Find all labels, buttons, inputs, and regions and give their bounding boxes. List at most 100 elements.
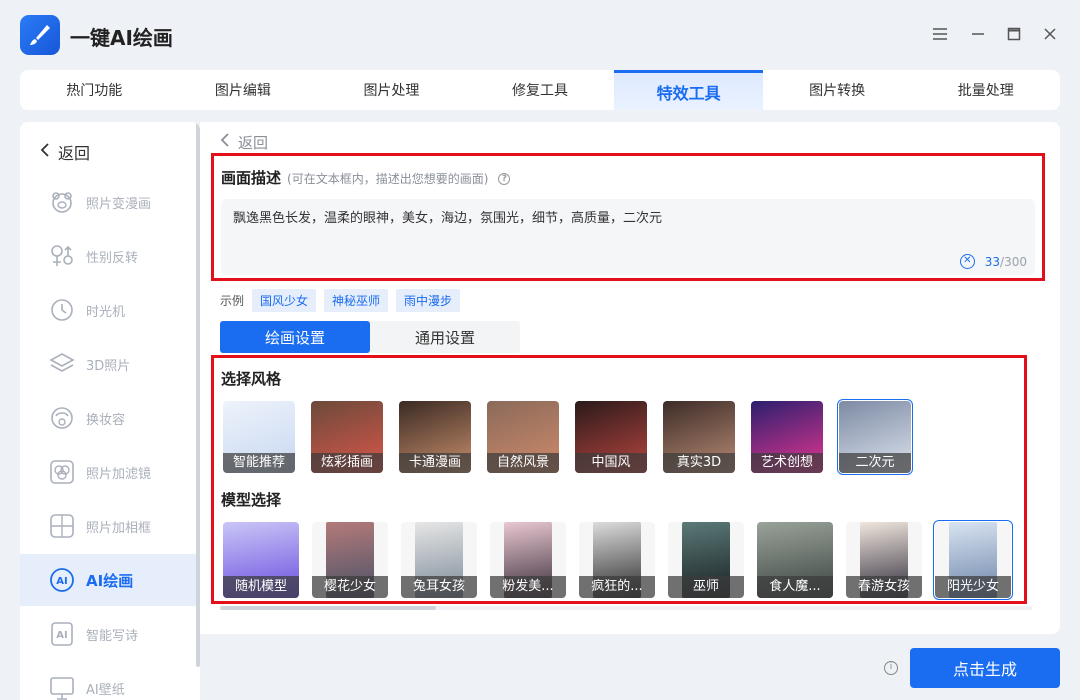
layers-icon	[48, 350, 76, 378]
style-card-label: 卡通漫画	[399, 453, 471, 473]
model-card-label: 樱花少女	[312, 576, 388, 598]
model-card[interactable]: 随机模型	[223, 522, 299, 598]
style-card-label: 炫彩插画	[311, 453, 383, 473]
main-panel: 返回 画面描述 (可在文本框内，描述出您想要的画面)? 飘逸黑色长发，温柔的眼神，…	[200, 122, 1060, 634]
description-title-text: 画面描述	[221, 169, 282, 187]
tab-image-edit[interactable]: 图片编辑	[169, 70, 318, 110]
model-card[interactable]: 阳光少女	[933, 520, 1013, 600]
sidebar-item-label: 照片加滤镜	[86, 466, 152, 482]
style-card[interactable]: 自然风景	[487, 401, 559, 473]
style-model-section: 选择风格 智能推荐 炫彩插画 卡通漫画 自然风景 中国风 真实3D 艺术创想 二次元 模型选择…	[211, 355, 1027, 604]
maximize-icon[interactable]	[1004, 24, 1024, 44]
model-card[interactable]: 粉发美...	[490, 522, 566, 598]
model-section-title: 模型选择	[221, 491, 282, 509]
tab-image-process[interactable]: 图片处理	[317, 70, 466, 110]
description-title: 画面描述 (可在文本框内，描述出您想要的画面)?	[221, 167, 511, 188]
example-chip[interactable]: 国风少女	[252, 289, 317, 312]
sidebar-item[interactable]: AI 智能写诗	[20, 608, 196, 660]
svg-text:AI: AI	[56, 576, 67, 587]
style-card[interactable]: 中国风	[575, 401, 647, 473]
sidebar-item-label: 智能写诗	[86, 628, 139, 644]
main-back-label: 返回	[238, 134, 269, 152]
menu-icon[interactable]	[930, 24, 950, 44]
sidebar-item-label: 照片变漫画	[86, 196, 152, 212]
sidebar-item[interactable]: AI壁纸	[20, 662, 196, 700]
description-input[interactable]: 飘逸黑色长发，温柔的眼神，美女，海边，氛围光，细节，高质量，二次元 ✕ 33/3…	[221, 199, 1035, 275]
style-card-label: 真实3D	[663, 453, 735, 473]
examples-row: 示例 国风少女 神秘巫师 雨中漫步	[220, 289, 461, 312]
style-card[interactable]: 卡通漫画	[399, 401, 471, 473]
sidebar-item[interactable]: 照片变漫画	[20, 176, 196, 228]
model-card[interactable]: 疯狂的...	[579, 522, 655, 598]
tab-effect-tools[interactable]: 特效工具	[614, 70, 763, 110]
style-card-label: 智能推荐	[223, 453, 295, 473]
makeup-icon	[48, 404, 76, 432]
ai-paint-icon: AI	[48, 566, 76, 594]
model-card[interactable]: 兔耳女孩	[401, 522, 477, 598]
sidebar-item[interactable]: AI AI绘画	[20, 554, 196, 606]
model-card[interactable]: 食人魔...	[757, 522, 833, 598]
filter-icon	[48, 458, 76, 486]
top-tab-bar: 热门功能 图片编辑 图片处理 修复工具 特效工具 图片转换 批量处理	[20, 70, 1060, 110]
sidebar-item-label: AI壁纸	[86, 682, 125, 698]
model-card[interactable]: 樱花少女	[312, 522, 388, 598]
help-icon[interactable]: ?	[498, 172, 511, 185]
main-back-button[interactable]: 返回	[220, 132, 268, 153]
tab-repair-tools[interactable]: 修复工具	[466, 70, 615, 110]
style-card-label: 中国风	[575, 453, 647, 473]
style-card[interactable]: 真实3D	[663, 401, 735, 473]
close-icon[interactable]	[1040, 24, 1060, 44]
examples-label: 示例	[220, 294, 245, 308]
tab-paint-settings[interactable]: 绘画设置	[220, 321, 370, 353]
description-section: 画面描述 (可在文本框内，描述出您想要的画面)? 飘逸黑色长发，温柔的眼神，美女，…	[211, 153, 1045, 281]
frame-icon	[48, 512, 76, 540]
clear-icon[interactable]: ✕	[959, 254, 975, 269]
description-text: 飘逸黑色长发，温柔的眼神，美女，海边，氛围光，细节，高质量，二次元	[233, 211, 663, 226]
sidebar: 返回 照片变漫画 性别反转 时光机 3D照片 换妆容 照片加滤镜 照片加相框 AI AI绘画 AI…	[20, 122, 200, 700]
style-card[interactable]: 二次元	[837, 399, 913, 475]
sidebar-item[interactable]: 照片加相框	[20, 500, 196, 552]
style-card[interactable]: 炫彩插画	[311, 401, 383, 473]
model-card-label: 兔耳女孩	[401, 576, 477, 598]
wallpaper-icon	[48, 674, 76, 700]
model-card-label: 疯狂的...	[579, 576, 655, 598]
sidebar-item-label: AI绘画	[86, 571, 134, 590]
sidebar-item[interactable]: 照片加滤镜	[20, 446, 196, 498]
generate-button[interactable]: 点击生成	[910, 648, 1060, 688]
sidebar-item-label: 性别反转	[86, 250, 139, 266]
char-counter: ✕ 33/300	[959, 254, 1027, 269]
model-scrollbar[interactable]	[220, 606, 436, 610]
tab-general-settings[interactable]: 通用设置	[370, 321, 520, 353]
model-card[interactable]: 巫师	[668, 522, 744, 598]
model-card[interactable]: 春游女孩	[846, 522, 922, 598]
example-chip[interactable]: 雨中漫步	[396, 289, 461, 312]
style-card[interactable]: 智能推荐	[223, 401, 295, 473]
minimize-icon[interactable]	[968, 24, 988, 44]
sidebar-item-label: 3D照片	[86, 358, 131, 374]
style-card[interactable]: 艺术创想	[751, 401, 823, 473]
sidebar-item[interactable]: 3D照片	[20, 338, 196, 390]
sidebar-back-button[interactable]: 返回	[40, 140, 90, 164]
tab-image-convert[interactable]: 图片转换	[763, 70, 912, 110]
sidebar-item-label: 照片加相框	[86, 520, 152, 536]
sidebar-item[interactable]: 时光机	[20, 284, 196, 336]
tab-batch-process[interactable]: 批量处理	[911, 70, 1060, 110]
svg-text:AI: AI	[56, 630, 67, 641]
gender-icon	[48, 242, 76, 270]
model-card-label: 巫师	[668, 576, 744, 598]
sidebar-back-label: 返回	[58, 144, 91, 163]
sidebar-item[interactable]: 性别反转	[20, 230, 196, 282]
model-card-label: 粉发美...	[490, 576, 566, 598]
chevron-left-icon	[220, 132, 230, 153]
bear-face-icon	[48, 188, 76, 216]
style-card-label: 自然风景	[487, 453, 559, 473]
tab-hot-features[interactable]: 热门功能	[20, 70, 169, 110]
sidebar-item[interactable]: 换妆容	[20, 392, 196, 444]
style-card-label: 艺术创想	[751, 453, 823, 473]
example-chip[interactable]: 神秘巫师	[324, 289, 389, 312]
char-count: 33	[984, 254, 1001, 269]
sidebar-item-label: 换妆容	[86, 412, 126, 428]
ai-poem-icon: AI	[48, 620, 76, 648]
info-icon[interactable]: i	[884, 661, 898, 675]
description-hint: (可在文本框内，描述出您想要的画面)	[287, 172, 489, 186]
